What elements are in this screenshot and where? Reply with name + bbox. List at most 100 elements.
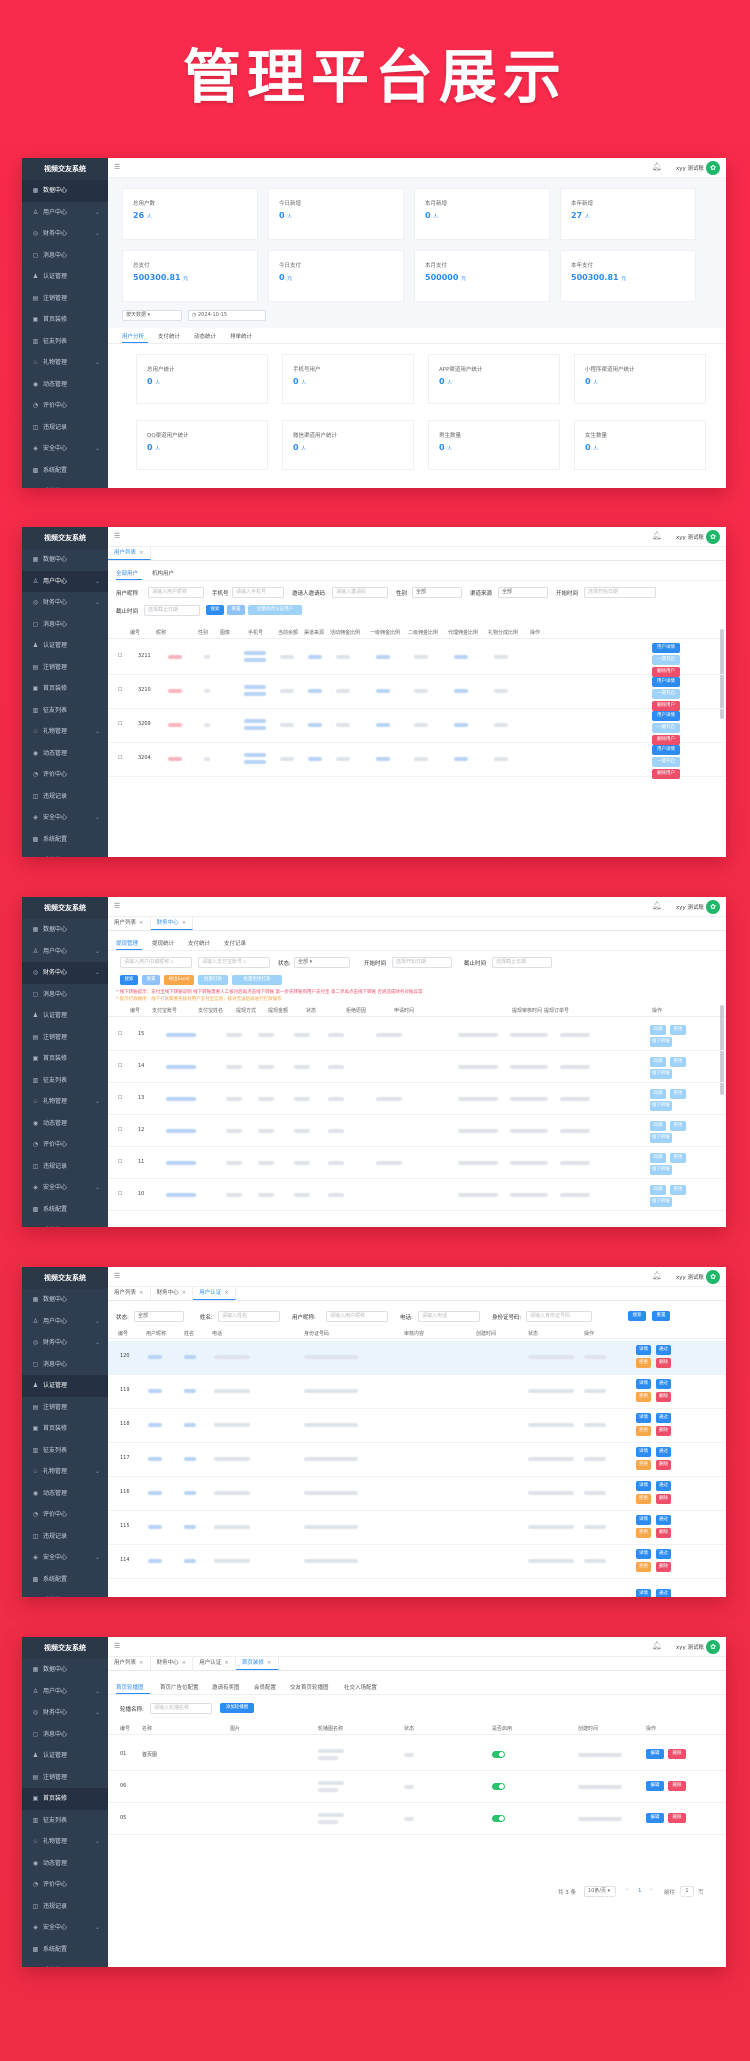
delete-button[interactable]: 删除 bbox=[656, 1528, 671, 1538]
sidebar-item[interactable]: ◈ 安全中心 ⌄ bbox=[22, 1547, 108, 1569]
row-checkbox[interactable]: ☐ bbox=[118, 653, 122, 659]
user-name[interactable]: xyy 测试账 bbox=[676, 533, 704, 541]
add-banner-button[interactable]: 添加轮播图 bbox=[220, 1703, 254, 1713]
name-input[interactable]: 请输入姓名 bbox=[218, 1311, 280, 1322]
enabled-toggle[interactable] bbox=[492, 1783, 505, 1790]
approve-button[interactable]: 通过 bbox=[656, 1515, 671, 1525]
tab-withdraw-manage[interactable]: 提现管理 bbox=[116, 939, 138, 947]
reject-button[interactable]: 拒绝 bbox=[636, 1562, 651, 1572]
sidebar-item[interactable]: ▤ 注销管理 bbox=[22, 1767, 108, 1789]
tab-finance[interactable]: 财务中心 × bbox=[151, 1287, 194, 1300]
avatar[interactable]: ✿ bbox=[706, 530, 720, 544]
edit-button[interactable]: 编辑 bbox=[646, 1781, 664, 1791]
sidebar-item[interactable]: ◈ 安全中心 ⌄ bbox=[22, 438, 108, 460]
approve-button[interactable]: 同意 bbox=[650, 1185, 666, 1195]
sidebar-item[interactable]: ♟ 认证管理 bbox=[22, 1745, 108, 1767]
batch-reject-button[interactable]: 批量拒绝打款 bbox=[232, 975, 282, 985]
sidebar-item[interactable]: ◉ 动态管理 bbox=[22, 1853, 108, 1875]
close-icon[interactable]: × bbox=[224, 1290, 229, 1296]
tab-users[interactable]: 用户列表 × bbox=[108, 1657, 151, 1670]
sidebar-item[interactable]: ♤ 礼物管理 ⌄ bbox=[22, 352, 108, 374]
sidebar-item[interactable]: ◫ 违规记录 bbox=[22, 786, 108, 808]
approve-button[interactable]: 同意 bbox=[650, 1121, 666, 1131]
reject-button[interactable]: 拒绝 bbox=[670, 1089, 686, 1099]
start-date-picker[interactable]: 选择开始日期 bbox=[584, 587, 656, 598]
reset-button[interactable]: 重置 bbox=[652, 1311, 670, 1321]
tab-all-users[interactable]: 全部用户 bbox=[116, 569, 138, 577]
offline-transfer-button[interactable]: 线下转账 bbox=[650, 1133, 672, 1143]
close-icon[interactable]: × bbox=[139, 1660, 144, 1666]
detail-button[interactable]: 详情 bbox=[636, 1589, 651, 1597]
reject-button[interactable]: 拒绝 bbox=[636, 1426, 651, 1436]
reject-button[interactable]: 拒绝 bbox=[636, 1460, 651, 1470]
offline-transfer-button[interactable]: 线下转账 bbox=[650, 1037, 672, 1047]
sidebar-item[interactable]: ▧系统管理 bbox=[22, 1960, 108, 1967]
channel-select[interactable]: 全部 bbox=[498, 587, 548, 598]
tab-pay-stats[interactable]: 支付统计 bbox=[188, 939, 210, 947]
delete-button[interactable]: 删除 bbox=[668, 1781, 686, 1791]
sidebar-item[interactable]: ▤ 注销管理 bbox=[22, 288, 108, 310]
sidebar-item[interactable]: ▣ 首页装修 bbox=[22, 309, 108, 331]
detail-button[interactable]: 详情 bbox=[636, 1481, 651, 1491]
reject-button[interactable]: 拒绝 bbox=[636, 1494, 651, 1504]
one-click-open-button[interactable]: 一键开启 bbox=[652, 689, 680, 699]
sidebar-item[interactable]: ◔ 评价中心 bbox=[22, 1874, 108, 1896]
sidebar-item[interactable]: ◔ 评价中心 bbox=[22, 764, 108, 786]
menu-toggle-icon[interactable]: ☰ bbox=[114, 532, 120, 540]
phone-input[interactable]: 请输入手机号 bbox=[232, 587, 284, 598]
sidebar-item[interactable]: ▦ 数据中心 bbox=[22, 1289, 108, 1311]
edit-button[interactable]: 编辑 bbox=[646, 1749, 664, 1759]
avatar[interactable]: ✿ bbox=[706, 1270, 720, 1284]
approve-button[interactable]: 通过 bbox=[656, 1379, 671, 1389]
sidebar-item[interactable]: ◫ 违规记录 bbox=[22, 1526, 108, 1548]
one-click-open-button[interactable]: 一键开启 bbox=[652, 655, 680, 665]
tab-social-banner[interactable]: 交友首页轮播图 bbox=[290, 1683, 329, 1691]
sidebar-item[interactable]: ▩ 系统配置 bbox=[22, 460, 108, 482]
row-checkbox[interactable]: ☐ bbox=[118, 1031, 122, 1037]
close-icon[interactable]: × bbox=[139, 550, 144, 556]
user-detail-button[interactable]: 用户详情 bbox=[652, 643, 680, 653]
delete-user-button[interactable]: 删除用户 bbox=[652, 769, 680, 779]
sidebar-item[interactable]: ◫ 违规记录 bbox=[22, 1156, 108, 1178]
tab-users[interactable]: 用户列表 × bbox=[108, 1287, 151, 1300]
sidebar-item[interactable]: ▧系统管理 bbox=[22, 481, 108, 488]
idcard-input[interactable]: 请输入身份证号码 bbox=[526, 1311, 592, 1322]
reject-button[interactable]: 拒绝 bbox=[670, 1121, 686, 1131]
user-name[interactable]: xyy 测试账 bbox=[676, 164, 704, 172]
tab-withdraw-stats[interactable]: 提现统计 bbox=[152, 939, 174, 947]
approve-button[interactable]: 通过 bbox=[656, 1447, 671, 1457]
tab-home-ad[interactable]: 首页广告位配置 bbox=[160, 1683, 199, 1691]
reset-button[interactable]: 重置 bbox=[142, 975, 160, 985]
offline-transfer-button[interactable]: 线下转账 bbox=[650, 1197, 672, 1207]
batch-modify-button[interactable]: 批量修改认证用户 bbox=[248, 605, 302, 615]
nickname-input[interactable]: 请输入用户昵称 bbox=[326, 1311, 388, 1322]
sidebar-item[interactable]: ◔ 评价中心 bbox=[22, 1134, 108, 1156]
sidebar-item[interactable]: ▢ 消息中心 bbox=[22, 1724, 108, 1746]
tab-finance[interactable]: 财务中心 × bbox=[150, 917, 194, 930]
sidebar-item[interactable]: ▤ 注销管理 bbox=[22, 657, 108, 679]
sidebar-item[interactable]: ▦ 数据中心 bbox=[22, 180, 108, 202]
gender-select[interactable]: 全部 bbox=[412, 587, 462, 598]
sidebar-item[interactable]: ♙ 用户中心 ⌄ bbox=[22, 1311, 108, 1333]
alipay-search-input[interactable]: 请输入支付宝账号 ⌕ bbox=[198, 957, 270, 968]
sidebar-item[interactable]: ◉ 动态管理 bbox=[22, 1483, 108, 1505]
banner-name-input[interactable]: 请输入轮播名称 bbox=[150, 1703, 212, 1714]
sidebar-item[interactable]: ◎ 财务中心 ⌄ bbox=[22, 1702, 108, 1724]
end-date-picker[interactable]: 选择截止日期 bbox=[492, 957, 552, 968]
menu-toggle-icon[interactable]: ☰ bbox=[114, 163, 120, 171]
menu-toggle-icon[interactable]: ☰ bbox=[114, 1642, 120, 1650]
search-button[interactable]: 搜索 bbox=[628, 1311, 646, 1321]
sidebar-item[interactable]: ♟ 认证管理 bbox=[22, 1375, 108, 1397]
bell-icon[interactable]: 🔔︎ bbox=[652, 1271, 662, 1280]
row-checkbox[interactable]: ☐ bbox=[118, 1191, 122, 1197]
enabled-toggle[interactable] bbox=[492, 1751, 505, 1758]
close-icon[interactable]: × bbox=[267, 1660, 272, 1666]
sidebar-item[interactable]: ▣ 首页装修 bbox=[22, 1418, 108, 1440]
sidebar-item[interactable]: ▢ 消息中心 bbox=[22, 984, 108, 1006]
sidebar-item[interactable]: ◈ 安全中心 ⌄ bbox=[22, 1177, 108, 1199]
sidebar-item[interactable]: ◫ 违规记录 bbox=[22, 1896, 108, 1918]
reject-button[interactable]: 拒绝 bbox=[670, 1025, 686, 1035]
sidebar-item[interactable]: ▩ 系统配置 bbox=[22, 1569, 108, 1591]
user-name[interactable]: xyy 测试账 bbox=[676, 903, 704, 911]
sidebar-item[interactable]: ▦ 数据中心 bbox=[22, 549, 108, 571]
